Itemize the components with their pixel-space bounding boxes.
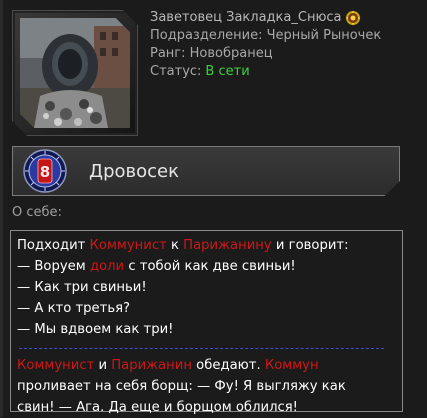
highlight-text: Парижанину	[183, 238, 272, 253]
highlight-text: Парижанин	[111, 358, 192, 373]
about-line: Подходит Коммунист к Парижанину и говори…	[17, 235, 396, 256]
profile-info: Заветовец Закладка_Снюса Подразделение: …	[150, 9, 381, 81]
about-line: — А кто третья?	[17, 301, 131, 316]
left-frame-border	[0, 0, 3, 417]
about-line: свин! — Ага. Да еще и борщом облился!	[17, 400, 298, 415]
about-line: — Мы вдвоем как три!	[17, 322, 174, 337]
about-box: Подходит Коммунист к Парижанину и говори…	[10, 230, 403, 415]
about-line: — Воруем доли с тобой как две свиньи!	[17, 256, 396, 277]
about-line: — Как три свиньи!	[17, 280, 147, 295]
rank-row: Ранг: Новобранец	[150, 45, 381, 63]
rank-value: Новобранец	[189, 46, 273, 61]
text-fragment: — Воруем	[17, 259, 90, 274]
rank-label: Ранг:	[150, 46, 186, 61]
status-label: Статус:	[150, 64, 202, 79]
rank-bar: 8 Дровосек	[12, 146, 400, 196]
division-row: Подразделение: Черный Рыночек	[150, 27, 381, 45]
text-fragment: Подходит	[17, 238, 90, 253]
avatar-image	[20, 18, 130, 128]
about-line: Коммунист и Парижанин обедают. Коммун	[17, 355, 396, 376]
highlight-text: Коммунист	[17, 358, 95, 373]
rank-emblem-icon: 8	[23, 149, 67, 193]
rank-emblem-number: 8	[40, 163, 50, 181]
division-value: Черный Рыночек	[266, 28, 382, 43]
text-fragment: с тобой как две свиньи!	[124, 259, 296, 274]
text-fragment: к	[166, 238, 184, 253]
about-line: проливает на себя борщ: — Фу! Я выгляжу …	[17, 379, 346, 394]
highlight-text: доли	[89, 259, 125, 274]
highlight-text: Коммун	[264, 358, 319, 373]
text-fragment: и	[94, 358, 112, 373]
profile-name-row: Заветовец Закладка_Снюса	[150, 9, 381, 27]
rank-title: Дровосек	[89, 161, 179, 182]
separator-line	[19, 348, 384, 349]
division-label: Подразделение:	[150, 28, 263, 43]
profile-name[interactable]: Заветовец Закладка_Снюса	[150, 9, 342, 27]
gear-badge-icon	[345, 10, 360, 26]
highlight-text: Коммунист	[89, 238, 167, 253]
status-row: Статус: В сети	[150, 63, 381, 81]
text-fragment: и говорит:	[271, 238, 349, 253]
status-value: В сети	[205, 64, 250, 79]
text-fragment: обедают.	[191, 358, 265, 373]
avatar[interactable]	[12, 10, 138, 136]
about-label: О себе:	[12, 205, 62, 220]
